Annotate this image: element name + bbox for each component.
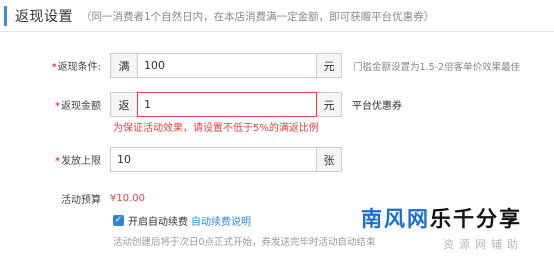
auto-renew-checkbox[interactable]: ✓: [113, 215, 124, 226]
auto-renew-row: ✓ 开启自动续费 自动续费说明: [113, 213, 251, 228]
condition-label: 返现条件:: [57, 62, 101, 73]
amount-error-message: 为保证活动效果，请设置不低于5%的满返比例: [113, 123, 319, 134]
watermark-part2: 乐千分享: [430, 207, 522, 231]
budget-value: ¥10.00: [110, 193, 145, 204]
limit-label-wrap: *发放上限: [0, 152, 110, 167]
cashback-amount-input[interactable]: [137, 92, 317, 117]
issue-limit-input[interactable]: [110, 147, 317, 172]
amount-label-wrap: *返现金额: [0, 97, 110, 112]
amount-coupon-type: 平台优惠券: [352, 101, 402, 112]
coupon-settings-panel: 返现设置 （同一消费者1个自然日内，在本店消费满一定金额，即可获赠平台优惠券） …: [0, 0, 554, 263]
required-mark: *: [51, 62, 57, 73]
condition-row: *返现条件: 满 元 门槛金额设置为1.5-2倍客单价效果最佳: [0, 53, 520, 78]
condition-prefix: 满: [110, 53, 137, 78]
auto-renew-help-link[interactable]: 自动续费说明: [191, 213, 251, 228]
amount-row: *返现金额 返 元 平台优惠券: [0, 92, 402, 117]
required-mark: *: [55, 101, 60, 112]
condition-unit: 元: [317, 53, 342, 78]
section-title: 返现设置: [15, 9, 73, 25]
limit-unit: 张: [317, 147, 342, 172]
section-description: （同一消费者1个自然日内，在本店消费满一定金额，即可获赠平台优惠券）: [81, 10, 435, 23]
watermark-subtitle: 资源网辅助: [443, 238, 523, 251]
header-divider: [0, 31, 554, 32]
activity-note: 活动创建后将于次日0点正式开始，券发送完毕时活动自动结束: [113, 237, 376, 248]
condition-input-group: 满 元: [110, 53, 342, 78]
limit-input-group: 张: [110, 147, 342, 172]
budget-row: 活动预算 ¥10.00: [0, 191, 145, 206]
limit-label: 发放上限: [61, 156, 101, 167]
amount-prefix: 返: [110, 92, 137, 117]
header-accent-bar: [4, 6, 7, 26]
amount-input-group: 返 元: [110, 92, 342, 117]
required-mark: *: [55, 156, 60, 167]
amount-label: 返现金额: [61, 101, 101, 112]
watermark-logo: 南风网乐千分享: [361, 203, 522, 233]
condition-amount-input[interactable]: [137, 53, 317, 78]
condition-hint: 门槛金额设置为1.5-2倍客单价效果最佳: [353, 61, 521, 73]
condition-label-wrap: *返现条件:: [0, 58, 110, 73]
watermark-part1: 南风网: [361, 207, 430, 231]
limit-row: *发放上限 张: [0, 147, 342, 172]
section-header: 返现设置 （同一消费者1个自然日内，在本店消费满一定金额，即可获赠平台优惠券）: [0, 5, 434, 27]
budget-label: 活动预算: [61, 195, 101, 206]
amount-unit: 元: [317, 92, 342, 117]
auto-renew-label[interactable]: 开启自动续费: [128, 213, 188, 228]
